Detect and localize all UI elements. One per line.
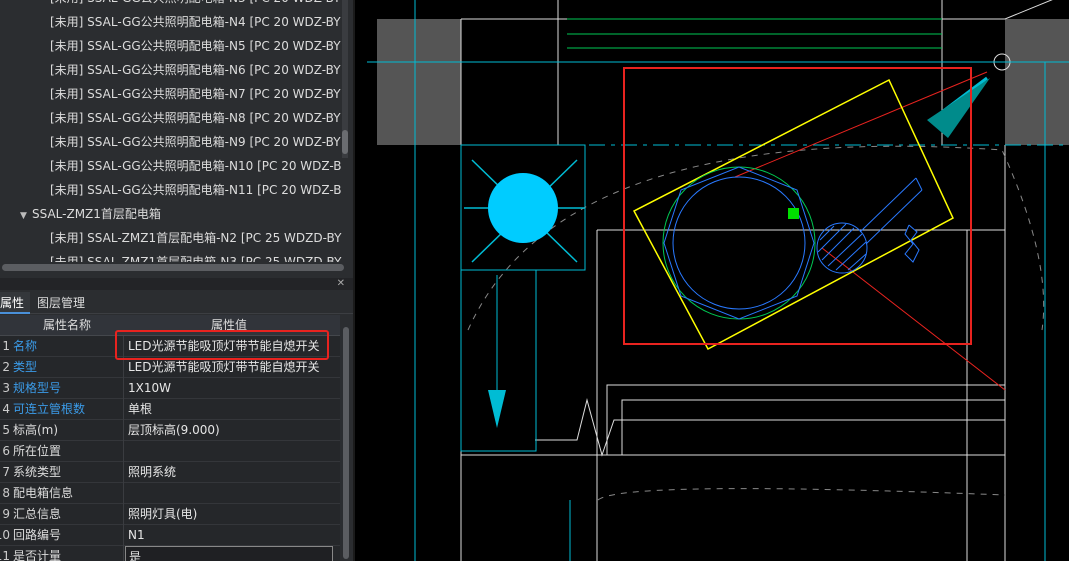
property-index: 4 bbox=[2, 402, 10, 416]
tree-item[interactable]: [未用] SSAL-GG公共照明配电箱-N3 [PC 20 WDZ-BY bbox=[0, 0, 341, 10]
tree-item-label: [未用] SSAL-GG公共照明配电箱-N6 [PC 20 WDZ-BY bbox=[50, 63, 341, 77]
cad-canvas[interactable] bbox=[353, 0, 1069, 561]
tree-item[interactable]: [未用] SSAL-GG公共照明配电箱-N11 [PC 20 WDZ-B bbox=[0, 178, 342, 202]
property-value[interactable]: N1 bbox=[125, 525, 333, 546]
property-value[interactable]: 照明灯具(电) bbox=[125, 504, 333, 525]
tree-scroll-thumb[interactable] bbox=[342, 130, 348, 154]
property-row[interactable]: 9 汇总信息 照明灯具(电) bbox=[0, 504, 340, 525]
property-value[interactable] bbox=[125, 441, 333, 462]
property-index: 11 bbox=[0, 549, 10, 561]
property-value[interactable]: 照明系统 bbox=[125, 462, 333, 483]
highlight-box bbox=[115, 330, 329, 360]
property-name: 名称 bbox=[10, 336, 124, 357]
tree-item-label: [未用] SSAL-GG公共照明配电箱-N8 [PC 20 WDZ-BY bbox=[50, 111, 341, 125]
tree-item-label: [未用] SSAL-GG公共照明配电箱-N9 [PC 20 WDZ-BY bbox=[50, 135, 341, 149]
property-index: 5 bbox=[2, 423, 10, 437]
tree-item-label: [未用] SSAL-GG公共照明配电箱-N10 [PC 20 WDZ-B bbox=[50, 159, 342, 173]
tree-item[interactable]: [未用] SSAL-GG公共照明配电箱-N9 [PC 20 WDZ-BY bbox=[0, 130, 341, 154]
tree-item[interactable]: [未用] SSAL-GG公共照明配电箱-N8 [PC 20 WDZ-BY bbox=[0, 106, 341, 130]
property-name: 回路编号 bbox=[10, 525, 124, 546]
tree-item[interactable]: [未用] SSAL-ZMZ1首层配电箱-N2 [PC 25 WDZD-BY bbox=[0, 226, 341, 250]
close-icon[interactable]: ✕ bbox=[337, 278, 345, 289]
tree-item[interactable]: [未用] SSAL-GG公共照明配电箱-N6 [PC 20 WDZ-BY bbox=[0, 58, 341, 82]
property-row[interactable]: 4 可连立管根数 单根 bbox=[0, 399, 340, 420]
tree-group[interactable]: ▼ SSAL-ZMZ1首层配电箱 bbox=[0, 202, 161, 226]
tree-item-label: [未用] SSAL-GG公共照明配电箱-N4 [PC 20 WDZ-BY bbox=[50, 15, 341, 29]
property-index: 8 bbox=[2, 486, 10, 500]
tree-item[interactable]: [未用] SSAL-GG公共照明配电箱-N5 [PC 20 WDZ-BY bbox=[0, 34, 341, 58]
cad-drawing[interactable] bbox=[355, 0, 1069, 561]
tab-properties[interactable]: 属性 bbox=[0, 292, 31, 314]
panel-tabs: 属性 图层管理 bbox=[0, 292, 353, 314]
property-row[interactable]: 7 系统类型 照明系统 bbox=[0, 462, 340, 483]
chevron-down-icon[interactable]: ▼ bbox=[20, 204, 32, 228]
wall-block-right bbox=[1005, 19, 1069, 145]
header-property-name: 属性名称 bbox=[42, 318, 91, 332]
property-value[interactable]: LED光源节能吸顶灯带节能自熄开关 bbox=[125, 357, 333, 378]
property-row[interactable]: 6 所在位置 bbox=[0, 441, 340, 462]
tab-layer-manager[interactable]: 图层管理 bbox=[31, 292, 91, 314]
tree-item[interactable]: [未用] SSAL-GG公共照明配电箱-N10 [PC 20 WDZ-B bbox=[0, 154, 342, 178]
property-value[interactable]: 是 bbox=[125, 546, 333, 561]
tree-item[interactable]: [未用] SSAL-GG公共照明配电箱-N4 [PC 20 WDZ-BY bbox=[0, 10, 341, 34]
property-name: 规格型号 bbox=[10, 378, 124, 399]
property-index: 1 bbox=[2, 339, 10, 353]
tree-item-label: [未用] SSAL-GG公共照明配电箱-N5 [PC 20 WDZ-BY bbox=[50, 39, 341, 53]
wall-block-left bbox=[377, 19, 461, 145]
property-index: 10 bbox=[0, 528, 10, 542]
property-row[interactable]: 3 规格型号 1X10W bbox=[0, 378, 340, 399]
property-name: 配电箱信息 bbox=[10, 483, 124, 504]
property-name: 是否计量 bbox=[10, 546, 124, 561]
tree-item[interactable]: [未用] SSAL-ZMZ1首层配电箱-N3 [PC 25 WDZD-BY bbox=[0, 250, 341, 262]
tree-item[interactable]: [未用] SSAL-GG公共照明配电箱-N7 [PC 20 WDZ-BY bbox=[0, 82, 341, 106]
left-panel: [未用] SSAL-GG公共照明配电箱-N3 [PC 20 WDZ-BY [未用]… bbox=[0, 0, 353, 561]
property-index: 6 bbox=[2, 444, 10, 458]
tree-item-label: [未用] SSAL-GG公共照明配电箱-N11 [PC 20 WDZ-B bbox=[50, 183, 342, 197]
panel-divider bbox=[0, 278, 353, 290]
property-index: 2 bbox=[2, 360, 10, 374]
property-value[interactable] bbox=[125, 483, 333, 504]
property-index: 3 bbox=[2, 381, 10, 395]
property-name: 类型 bbox=[10, 357, 124, 378]
property-row[interactable]: 2 类型 LED光源节能吸顶灯带节能自熄开关 bbox=[0, 357, 340, 378]
property-row[interactable]: 5 标高(m) 层顶标高(9.000) bbox=[0, 420, 340, 441]
property-value[interactable]: 层顶标高(9.000) bbox=[125, 420, 333, 441]
property-name: 系统类型 bbox=[10, 462, 124, 483]
property-index: 7 bbox=[2, 465, 10, 479]
property-value[interactable]: 1X10W bbox=[125, 378, 333, 399]
tree-item-label: [未用] SSAL-GG公共照明配电箱-N3 [PC 20 WDZ-BY bbox=[50, 0, 341, 5]
property-name: 所在位置 bbox=[10, 441, 124, 462]
tree-hscroll[interactable] bbox=[2, 264, 344, 271]
tree-item-label: [未用] SSAL-GG公共照明配电箱-N7 [PC 20 WDZ-BY bbox=[50, 87, 341, 101]
property-row[interactable]: 11是否计量是 bbox=[0, 546, 340, 561]
property-row[interactable]: 8 配电箱信息 bbox=[0, 483, 340, 504]
properties-scrollbar[interactable] bbox=[340, 315, 353, 561]
property-name: 标高(m) bbox=[10, 420, 124, 441]
property-value[interactable]: 单根 bbox=[125, 399, 333, 420]
tree-item-label: [未用] SSAL-ZMZ1首层配电箱-N3 [PC 25 WDZD-BY bbox=[50, 255, 342, 262]
property-name: 汇总信息 bbox=[10, 504, 124, 525]
property-name: 可连立管根数 bbox=[10, 399, 124, 420]
tree-item-label: SSAL-ZMZ1首层配电箱 bbox=[32, 207, 161, 221]
circuit-tree: [未用] SSAL-GG公共照明配电箱-N3 [PC 20 WDZ-BY [未用]… bbox=[0, 0, 353, 262]
property-row[interactable]: 10回路编号N1 bbox=[0, 525, 340, 546]
tree-item-label: [未用] SSAL-ZMZ1首层配电箱-N2 [PC 25 WDZD-BY bbox=[50, 231, 342, 245]
property-index: 9 bbox=[2, 507, 10, 521]
